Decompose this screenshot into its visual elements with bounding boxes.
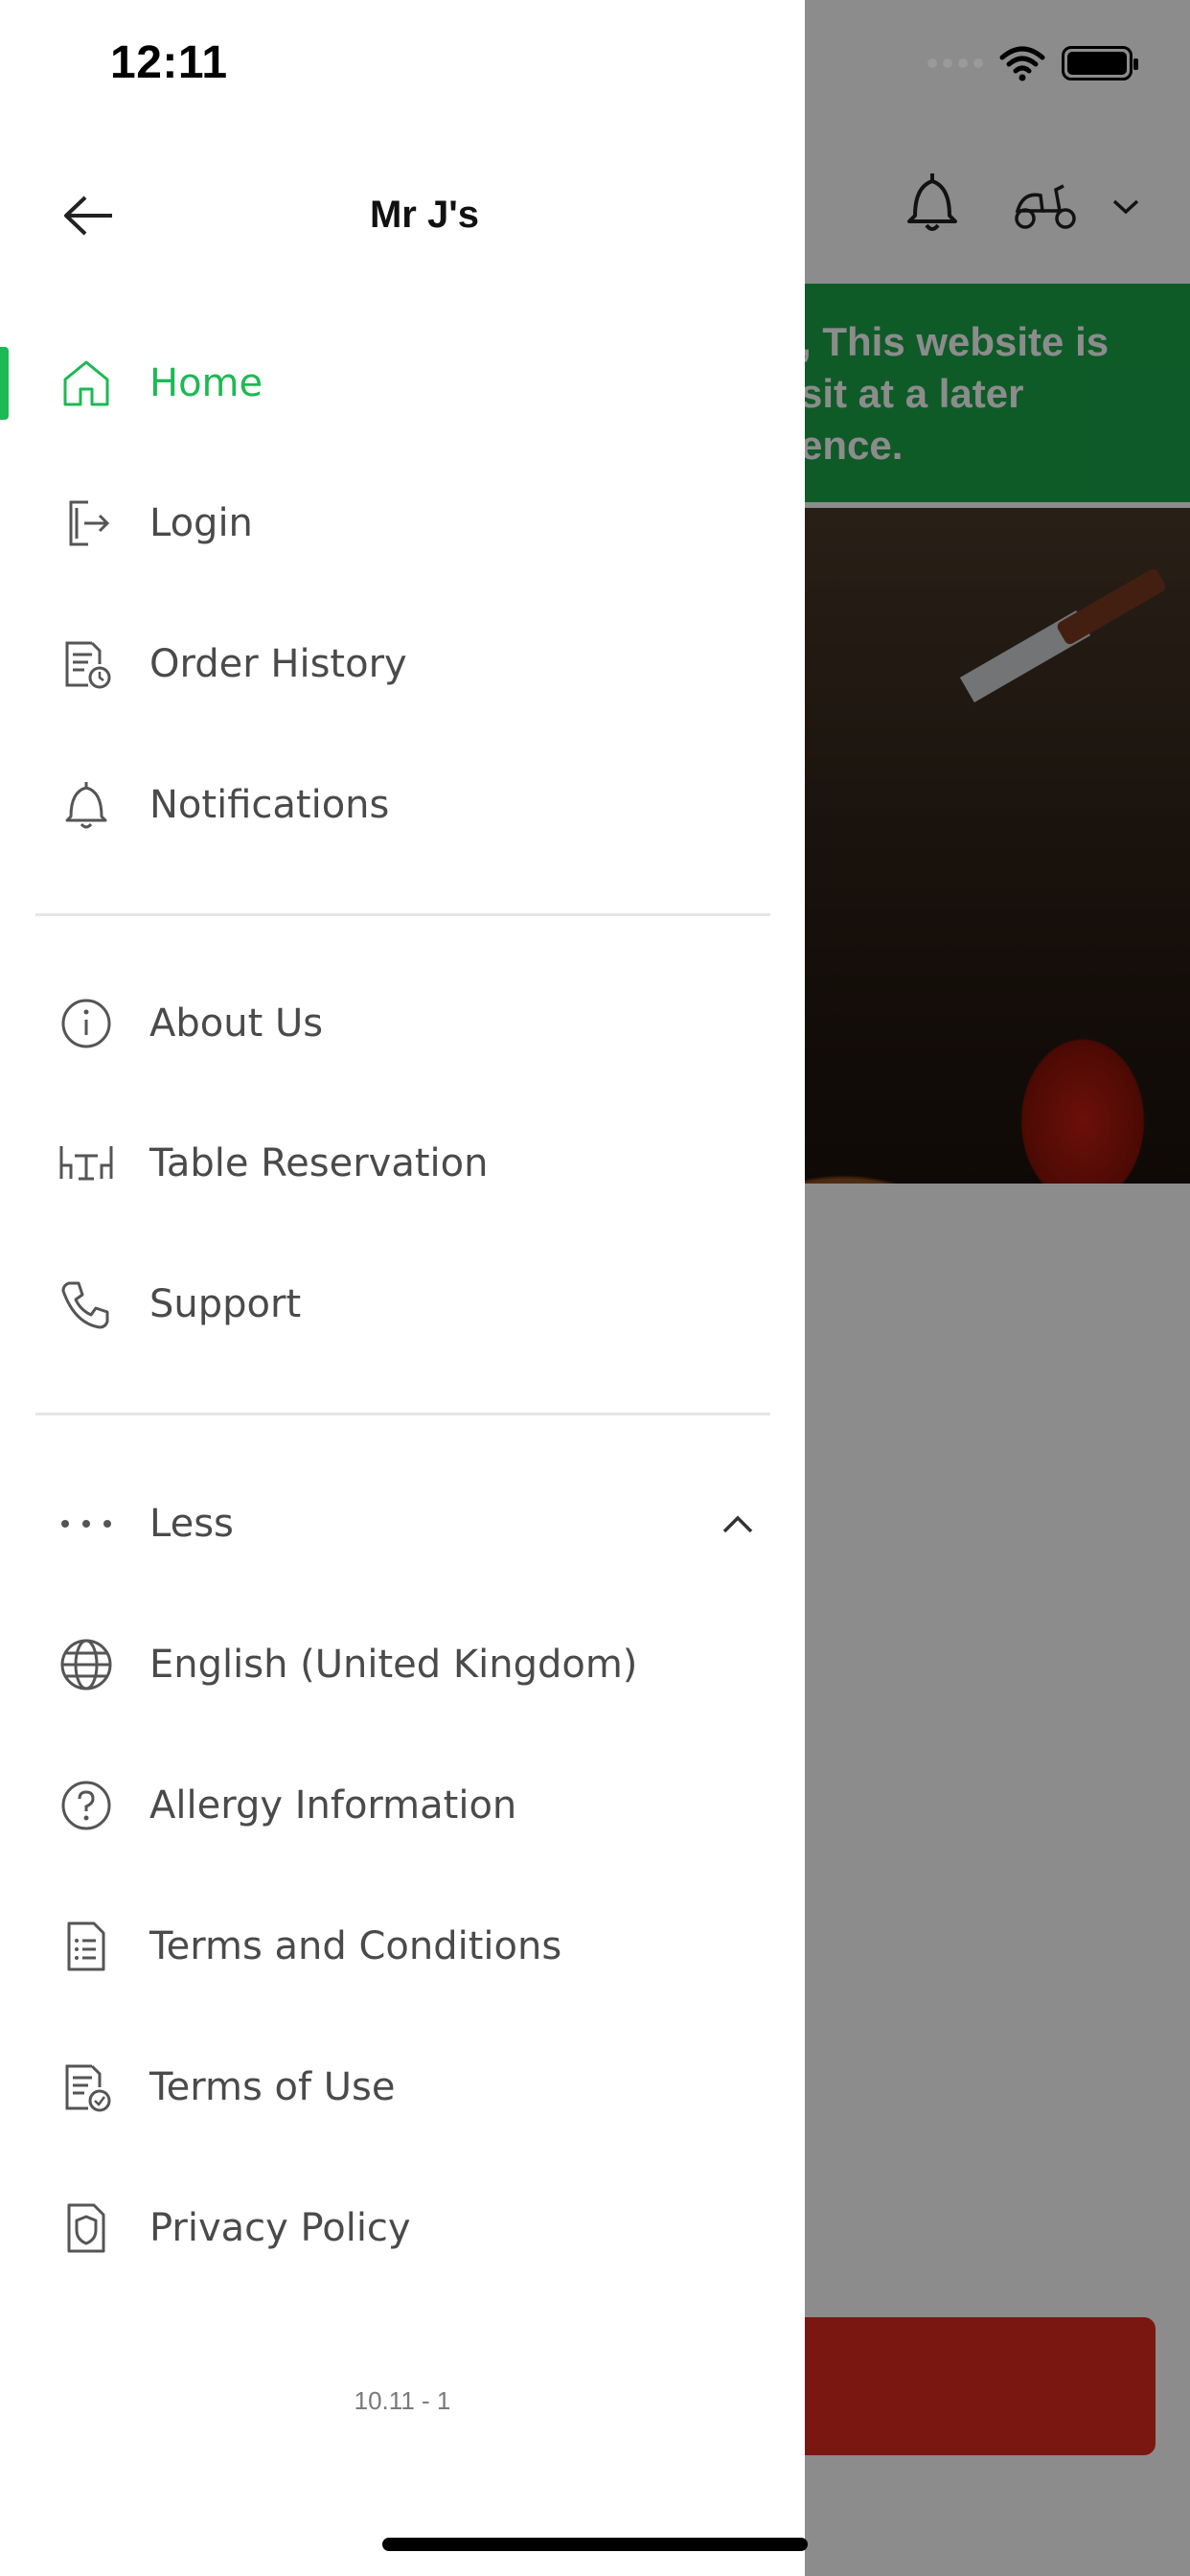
navigation-drawer: Mr J's Home Login Order History Notifica… [0,0,805,2576]
menu-item-label: Allergy Information [149,1783,517,1828]
menu-divider [35,1413,770,1415]
login-icon [56,493,117,554]
status-indicators [927,44,1138,82]
menu-item-label: Support [149,1282,302,1326]
menu-item-label: Notifications [149,783,390,827]
menu-item-label: Login [149,501,253,545]
menu-item-privacy-policy[interactable]: Privacy Policy [0,2161,805,2295]
menu-item-support[interactable]: Support [0,1237,805,1371]
info-icon [56,993,117,1054]
menu-item-allergy-information[interactable]: Allergy Information [0,1738,805,1873]
chevron-up-icon [721,1506,755,1541]
menu-item-label: Privacy Policy [149,2206,411,2250]
menu-item-terms-of-use[interactable]: Terms of Use [0,2020,805,2154]
menu-item-label: Table Reservation [149,1141,489,1185]
menu-item-about-us[interactable]: About Us [0,956,805,1091]
menu-item-login[interactable]: Login [0,456,805,590]
drawer-title: Mr J's [369,194,479,236]
drawer-header: Mr J's [0,144,805,288]
menu-item-label: Terms and Conditions [149,1924,562,1968]
app-version: 10.11 - 1 [354,2386,451,2415]
menu-item-label: Terms of Use [149,2065,396,2109]
home-icon [56,353,117,414]
menu-item-notifications[interactable]: Notifications [0,738,805,872]
document-check-icon [56,2057,117,2118]
phone-icon [56,1274,117,1335]
menu-item-home[interactable]: Home [0,316,805,450]
document-list-icon [56,1916,117,1977]
home-indicator[interactable] [382,2538,808,2551]
menu-item-label: Home [149,361,263,405]
status-bar: 12:11 [0,0,1190,134]
menu-item-order-history[interactable]: Order History [0,597,805,731]
menu-item-language[interactable]: English (United Kingdom) [0,1598,805,1732]
menu-item-label: About Us [149,1001,324,1046]
more-dots-icon [56,1493,117,1554]
active-indicator [0,347,9,420]
table-icon [56,1133,117,1194]
shield-document-icon [56,2197,117,2259]
menu-item-label: English (United Kingdom) [149,1643,638,1687]
battery-icon [1062,46,1138,80]
wifi-icon [998,44,1046,82]
more-toggle-label: Less [149,1502,234,1546]
menu-item-table-reservation[interactable]: Table Reservation [0,1096,805,1230]
menu-item-label: Order History [149,642,407,686]
status-time: 12:11 [110,37,228,88]
menu-item-terms-and-conditions[interactable]: Terms and Conditions [0,1879,805,2013]
order-history-icon [56,633,117,695]
bell-icon [56,774,117,836]
help-circle-icon [56,1775,117,1836]
globe-icon [56,1634,117,1695]
menu-divider [35,913,770,916]
more-toggle[interactable]: Less [0,1457,805,1591]
cellular-signal-icon [927,58,983,68]
